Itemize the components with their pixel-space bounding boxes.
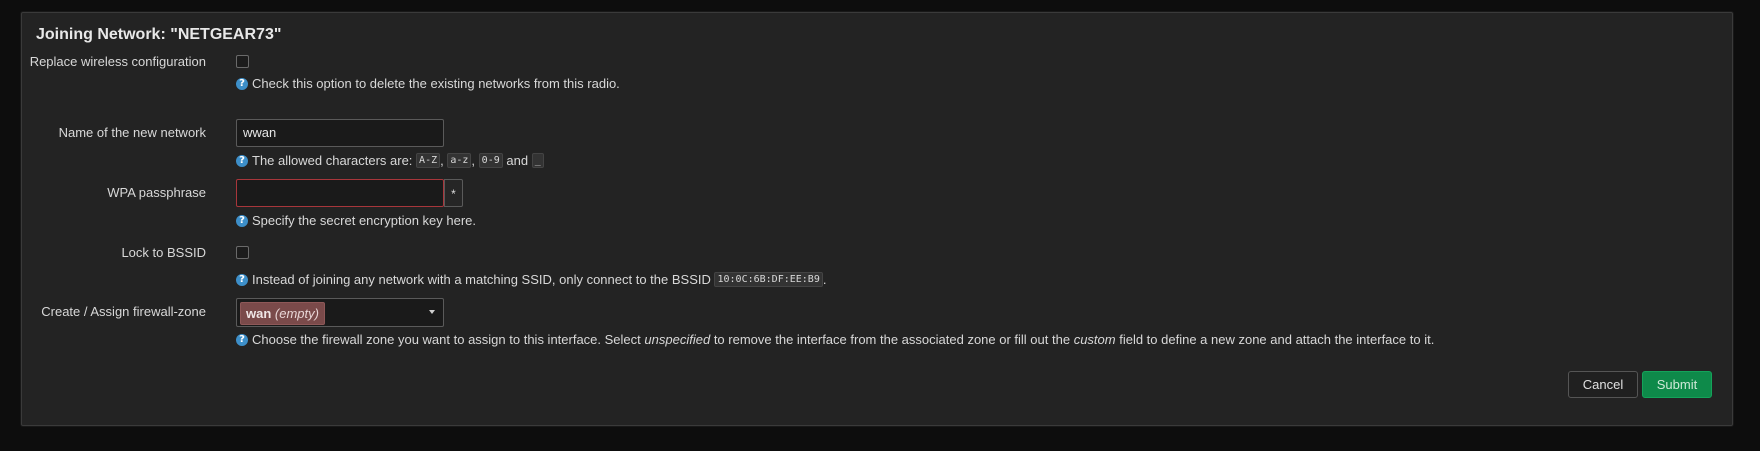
lock-bssid-checkbox[interactable] [236,246,249,259]
help-suffix: . [822,272,827,287]
help-text: Choose the firewall zone you want to ass… [252,332,641,347]
and-text: and [506,153,529,168]
help-em-unspecified: unspecified [644,332,711,347]
help-icon: ? [236,77,248,90]
help-icon: ? [236,214,248,227]
network-name-help: ? The allowed characters are: A-Z , a-z … [236,153,544,168]
network-name-input[interactable]: wwan [236,119,444,147]
separator: , [471,153,476,168]
zone-empty: (empty) [274,306,319,321]
lock-bssid-label: Lock to BSSID [121,245,206,260]
help-icon: ? [236,273,248,286]
zone-name: wan [246,306,272,321]
firewall-zone-label: Create / Assign firewall-zone [41,304,206,319]
zone-badge-wan: wan (empty) [240,302,325,325]
code-az-lower: a-z [447,153,472,168]
replace-config-help: ? Check this option to delete the existi… [236,76,620,91]
replace-config-label: Replace wireless configuration [29,54,206,69]
help-em-custom: custom [1073,332,1116,347]
chevron-down-icon [429,310,435,314]
help-text: Check this option to delete the existing… [252,76,620,91]
network-name-label: Name of the new network [58,125,206,140]
cancel-button[interactable]: Cancel [1568,371,1638,398]
code-underscore: _ [531,153,544,168]
wpa-passphrase-label: WPA passphrase [107,185,206,200]
lock-bssid-help: ? Instead of joining any network with a … [236,272,826,287]
separator: , [440,153,444,168]
help-icon: ? [236,154,248,167]
reveal-password-button[interactable]: * [444,179,463,207]
help-icon: ? [236,333,248,346]
help-text: Instead of joining any network with a ma… [252,272,711,287]
help-text: to remove the interface from the associa… [713,332,1071,347]
wpa-passphrase-input[interactable] [236,179,444,207]
replace-config-checkbox[interactable] [236,55,249,68]
wpa-passphrase-group: * [236,179,463,207]
wpa-passphrase-help: ? Specify the secret encryption key here… [236,213,476,228]
help-text: field to define a new zone and attach th… [1119,332,1435,347]
join-network-dialog: Joining Network: "NETGEAR73" Replace wir… [21,12,1733,426]
help-text: Specify the secret encryption key here. [252,213,477,228]
firewall-zone-select[interactable]: wan (empty) [236,298,444,327]
help-text: The allowed characters are: [252,153,413,168]
submit-button[interactable]: Submit [1642,371,1712,398]
bssid-code: 10:0C:6B:DF:EE:B9 [714,272,823,287]
dialog-title: Joining Network: "NETGEAR73" [36,26,282,43]
code-az-upper: A-Z [416,153,441,168]
firewall-zone-help: ? Choose the firewall zone you want to a… [236,332,1434,347]
code-digits: 0-9 [478,153,503,168]
